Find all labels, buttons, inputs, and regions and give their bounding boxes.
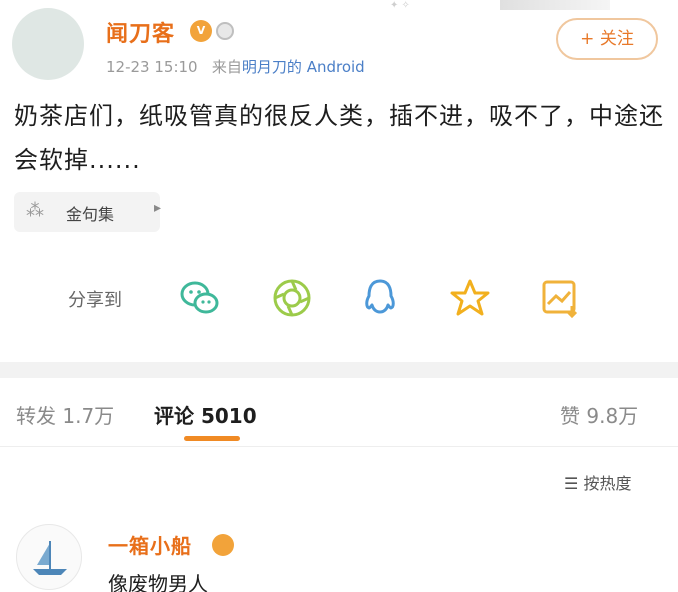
source-device[interactable]: 明月刀的 Android	[242, 58, 365, 76]
sort-label: 按热度	[583, 474, 632, 493]
vip-badge-icon: V	[190, 20, 212, 42]
follow-button[interactable]: + 关注	[556, 18, 658, 60]
sort-icon: ☰	[564, 474, 579, 493]
header-decoration: ✦ ✧	[390, 0, 410, 11]
comment-username[interactable]: 一箱小船	[108, 530, 192, 559]
post-timestamp: 12-23 15:10	[106, 58, 198, 76]
topic-sparkle-icon: ⁂	[26, 200, 44, 221]
post-username[interactable]: 闻刀客	[106, 16, 175, 48]
tab-likes[interactable]: 赞 9.8万	[560, 400, 638, 429]
blurred-header-strip	[500, 0, 610, 10]
section-divider	[0, 362, 678, 378]
tab-reposts[interactable]: 转发 1.7万	[16, 400, 114, 429]
post-meta: 12-23 15:10 来自明月刀的 Android	[106, 56, 365, 77]
post-content: 奶茶店们，纸吸管真的很反人类，插不进，吸不了，中途还会软掉......	[14, 102, 664, 174]
qzone-star-icon[interactable]	[448, 276, 492, 320]
qq-icon[interactable]	[358, 276, 402, 320]
comment-avatar[interactable]	[16, 524, 82, 590]
chevron-right-icon: ▸	[154, 200, 162, 216]
boat-icon	[33, 541, 67, 575]
sort-toggle[interactable]: ☰ 按热度	[564, 470, 631, 494]
share-label: 分享到	[68, 290, 122, 311]
tab-active-indicator	[184, 436, 240, 441]
topic-label: 金句集	[66, 205, 115, 224]
medal-badge-icon	[216, 22, 234, 40]
vip-badge-icon	[212, 534, 234, 556]
topic-pill[interactable]: ⁂ 金句集 ▸	[14, 192, 162, 232]
save-image-icon[interactable]	[538, 276, 582, 320]
moments-icon[interactable]	[270, 276, 314, 320]
wechat-icon[interactable]	[178, 276, 222, 320]
comment-text: 像废物男人	[108, 572, 208, 592]
source-prefix: 来自	[211, 58, 242, 76]
tab-divider	[0, 446, 678, 447]
avatar[interactable]	[12, 8, 84, 80]
tab-comments[interactable]: 评论 5010	[154, 400, 257, 429]
